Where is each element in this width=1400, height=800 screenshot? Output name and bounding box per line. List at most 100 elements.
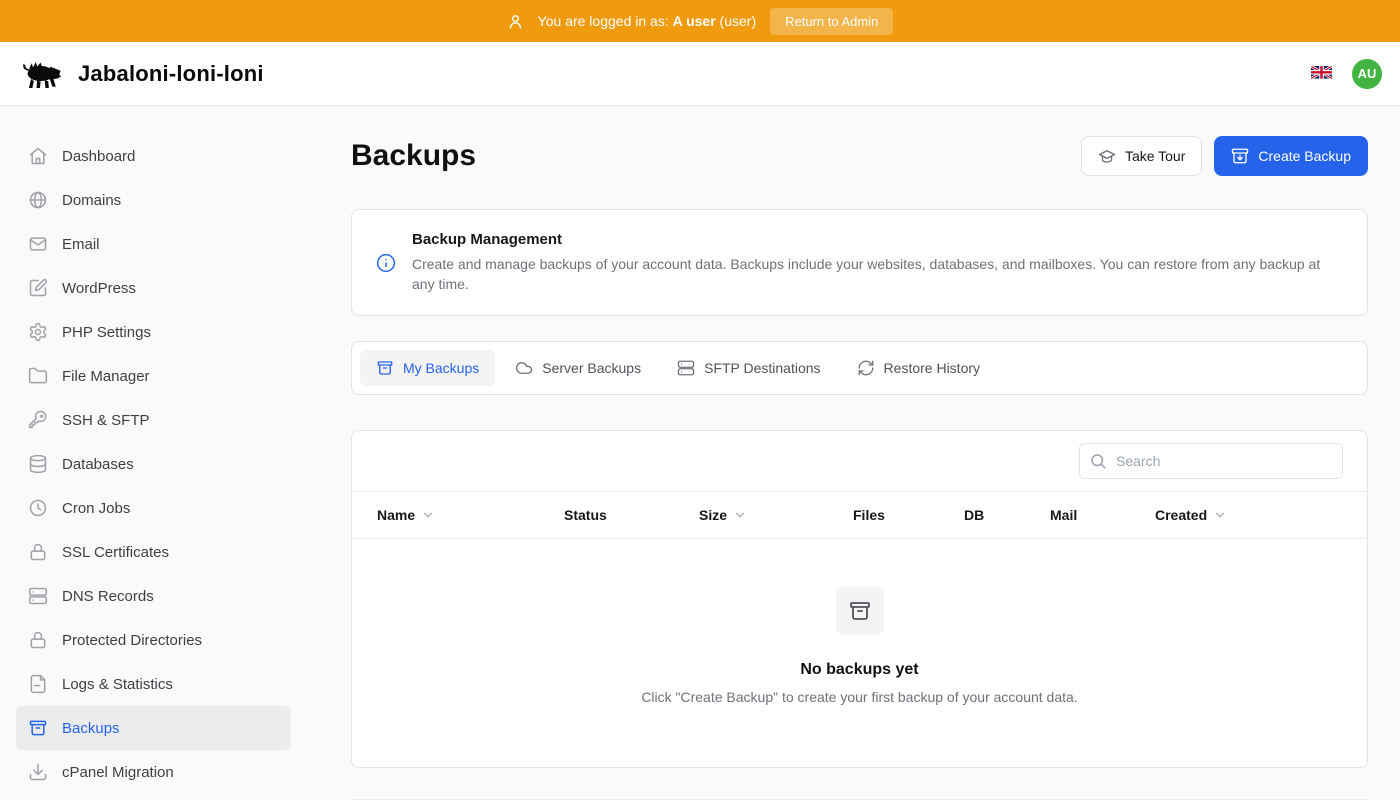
empty-state: No backups yet Click "Create Backup" to … bbox=[352, 539, 1367, 767]
boar-logo-icon bbox=[20, 56, 64, 92]
database-icon bbox=[28, 454, 48, 474]
sidebar-nav: Dashboard Domains Email WordPress PHP Se… bbox=[0, 106, 307, 800]
table-column-header[interactable]: DB bbox=[964, 507, 1050, 523]
column-label: Size bbox=[699, 507, 727, 523]
table-column-header[interactable]: Status bbox=[564, 507, 699, 523]
info-card-title: Backup Management bbox=[412, 231, 1343, 248]
language-flag-icon[interactable] bbox=[1311, 66, 1332, 81]
tab-label: Restore History bbox=[884, 360, 980, 376]
search-icon bbox=[1089, 452, 1107, 470]
user-avatar[interactable]: AU bbox=[1352, 59, 1382, 89]
globe-icon bbox=[28, 190, 48, 210]
sidebar-item[interactable]: DNS Records bbox=[16, 574, 291, 618]
refresh-icon bbox=[857, 359, 875, 377]
sidebar-item-label: Domains bbox=[62, 192, 121, 209]
tab[interactable]: Restore History bbox=[841, 350, 996, 386]
create-backup-button[interactable]: Create Backup bbox=[1214, 136, 1368, 176]
lock-icon bbox=[28, 542, 48, 562]
key-icon bbox=[28, 410, 48, 430]
impersonated-user-role: (user) bbox=[720, 13, 757, 29]
sidebar-item[interactable]: Backups bbox=[16, 706, 291, 750]
table-column-header[interactable]: Created bbox=[1155, 507, 1343, 523]
impersonation-message: You are logged in as: A user (user) bbox=[538, 13, 756, 29]
sidebar-item[interactable]: Domains bbox=[16, 178, 291, 222]
graduation-cap-icon bbox=[1098, 147, 1116, 165]
sidebar-item[interactable]: SSH & SFTP bbox=[16, 398, 291, 442]
table-column-header[interactable]: Name bbox=[377, 507, 564, 523]
search-input[interactable] bbox=[1079, 443, 1343, 479]
sidebar-item[interactable]: PHP Settings bbox=[16, 310, 291, 354]
column-label: Created bbox=[1155, 507, 1207, 523]
home-icon bbox=[28, 146, 48, 166]
return-to-admin-button[interactable]: Return to Admin bbox=[770, 8, 893, 35]
lock-icon bbox=[28, 630, 48, 650]
backup-management-info-card: Backup Management Create and manage back… bbox=[351, 209, 1368, 316]
sidebar-item[interactable]: Protected Directories bbox=[16, 618, 291, 662]
table-header-row: Name Status Size bbox=[352, 492, 1367, 539]
empty-state-title: No backups yet bbox=[800, 661, 918, 679]
sidebar-item[interactable]: Databases bbox=[16, 442, 291, 486]
sidebar-item[interactable]: cPanel Migration bbox=[16, 750, 291, 794]
sidebar-item-label: Email bbox=[62, 236, 100, 253]
sidebar-item[interactable]: File Manager bbox=[16, 354, 291, 398]
tab-label: My Backups bbox=[403, 360, 479, 376]
file-text-icon bbox=[28, 674, 48, 694]
sidebar-item-label: SSL Certificates bbox=[62, 544, 169, 561]
sidebar-item-label: DNS Records bbox=[62, 588, 154, 605]
tab[interactable]: Server Backups bbox=[499, 350, 657, 386]
column-label: DB bbox=[964, 507, 984, 523]
sidebar-item-label: Dashboard bbox=[62, 148, 135, 165]
gear-icon bbox=[28, 322, 48, 342]
backups-table-card: Name Status Size bbox=[351, 430, 1368, 768]
sidebar-item-label: PHP Settings bbox=[62, 324, 151, 341]
column-label: Files bbox=[853, 507, 885, 523]
app-title: Jabaloni-loni-loni bbox=[78, 61, 264, 87]
column-label: Status bbox=[564, 507, 607, 523]
take-tour-button[interactable]: Take Tour bbox=[1081, 136, 1202, 176]
mail-icon bbox=[28, 234, 48, 254]
folder-icon bbox=[28, 366, 48, 386]
tab[interactable]: SFTP Destinations bbox=[661, 350, 836, 386]
empty-state-icon-box bbox=[836, 587, 884, 635]
server-icon bbox=[677, 359, 695, 377]
sidebar-item[interactable]: SSL Certificates bbox=[16, 530, 291, 574]
clock-icon bbox=[28, 498, 48, 518]
archive-icon bbox=[28, 718, 48, 738]
column-label: Mail bbox=[1050, 507, 1077, 523]
sidebar-item[interactable]: Logs & Statistics bbox=[16, 662, 291, 706]
sidebar-item[interactable]: WordPress bbox=[16, 266, 291, 310]
cloud-icon bbox=[515, 359, 533, 377]
column-label: Name bbox=[377, 507, 415, 523]
table-column-header[interactable]: Files bbox=[853, 507, 964, 523]
server-icon bbox=[28, 586, 48, 606]
user-icon bbox=[507, 13, 524, 30]
chevron-down-icon bbox=[733, 508, 747, 522]
sidebar-item-label: Backups bbox=[62, 720, 120, 737]
info-icon bbox=[376, 253, 396, 273]
sidebar-item[interactable]: Dashboard bbox=[16, 134, 291, 178]
sidebar-item[interactable]: Email bbox=[16, 222, 291, 266]
download-icon bbox=[28, 762, 48, 782]
chevron-down-icon bbox=[421, 508, 435, 522]
sidebar-item-label: cPanel Migration bbox=[62, 764, 174, 781]
app-header: Jabaloni-loni-loni AU bbox=[0, 42, 1400, 106]
sidebar-item[interactable]: Cron Jobs bbox=[16, 486, 291, 530]
main-content: Backups Take Tour Create Backup bbox=[307, 106, 1400, 800]
archive-icon bbox=[848, 599, 872, 623]
archive-icon bbox=[376, 359, 394, 377]
sidebar-item-label: Databases bbox=[62, 456, 134, 473]
sidebar-item-label: Cron Jobs bbox=[62, 500, 130, 517]
sidebar-item-label: SSH & SFTP bbox=[62, 412, 150, 429]
table-column-header[interactable]: Size bbox=[699, 507, 853, 523]
edit-icon bbox=[28, 278, 48, 298]
info-card-description: Create and manage backups of your accoun… bbox=[412, 254, 1343, 294]
tab-label: SFTP Destinations bbox=[704, 360, 820, 376]
sidebar-item-label: Logs & Statistics bbox=[62, 676, 173, 693]
page-title: Backups bbox=[351, 139, 476, 173]
admin-impersonation-bar: You are logged in as: A user (user) Retu… bbox=[0, 0, 1400, 42]
tab[interactable]: My Backups bbox=[360, 350, 495, 386]
sidebar-item-label: Protected Directories bbox=[62, 632, 202, 649]
table-column-header[interactable]: Mail bbox=[1050, 507, 1155, 523]
chevron-down-icon bbox=[1213, 508, 1227, 522]
sidebar-item-label: WordPress bbox=[62, 280, 136, 297]
